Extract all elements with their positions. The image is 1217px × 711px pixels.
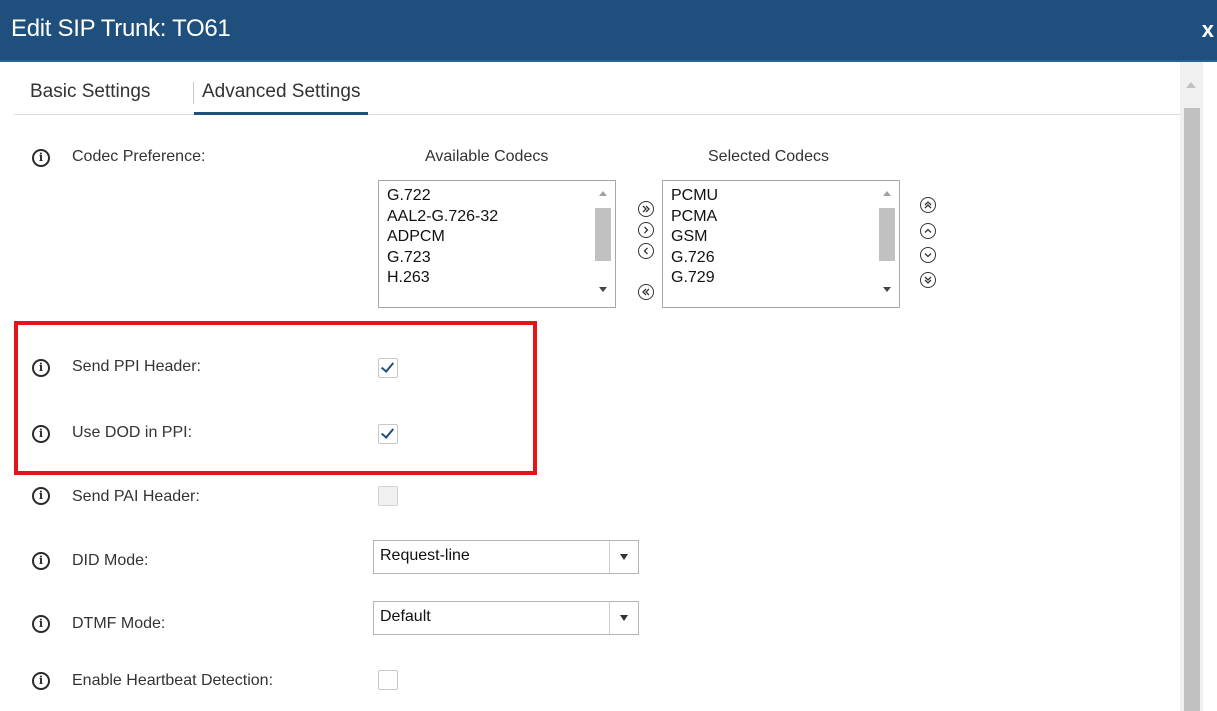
dialog-title: Edit SIP Trunk: TO61	[11, 15, 231, 42]
list-item[interactable]: G.729	[671, 268, 718, 289]
highlight-annotation-box	[14, 321, 537, 475]
did-mode-select[interactable]: Request-line	[373, 540, 639, 574]
move-bottom-icon[interactable]	[920, 272, 936, 288]
selected-list-scrollbar[interactable]	[877, 181, 899, 307]
page-scrollbar-thumb[interactable]	[1184, 108, 1200, 711]
scroll-down-arrow-icon[interactable]	[883, 287, 891, 292]
use-dod-in-ppi-label: Use DOD in PPI:	[72, 424, 193, 441]
send-ppi-header-label: Send PPI Header:	[72, 358, 201, 375]
list-item[interactable]: GSM	[671, 227, 718, 248]
available-list-scrollbar[interactable]	[593, 181, 615, 307]
info-icon[interactable]: i	[32, 672, 50, 690]
info-icon[interactable]: i	[32, 615, 50, 633]
tab-bar: Basic Settings Advanced Settings	[14, 70, 1180, 115]
info-icon[interactable]: i	[32, 149, 50, 167]
codec-preference-label: Codec Preference:	[72, 148, 206, 165]
available-codecs-list[interactable]: G.722 AAL2-G.726-32 ADPCM G.723 H.263	[378, 180, 616, 308]
did-mode-label: DID Mode:	[72, 552, 149, 569]
enable-heartbeat-detection-checkbox[interactable]	[378, 670, 398, 690]
list-item[interactable]: G.726	[671, 248, 718, 269]
move-down-icon[interactable]	[920, 247, 936, 263]
available-codecs-header: Available Codecs	[425, 148, 549, 165]
move-left-icon[interactable]	[638, 243, 654, 259]
chevron-down-icon[interactable]	[609, 602, 638, 634]
tab-basic-settings[interactable]: Basic Settings	[22, 78, 158, 112]
list-item[interactable]: AAL2-G.726-32	[387, 207, 498, 228]
scroll-up-arrow-icon[interactable]	[883, 191, 891, 196]
move-top-icon[interactable]	[920, 197, 936, 213]
scrollbar-thumb[interactable]	[879, 208, 895, 261]
info-icon[interactable]: i	[32, 552, 50, 570]
send-pai-header-checkbox[interactable]	[378, 486, 398, 506]
check-icon	[380, 359, 395, 373]
info-icon[interactable]: i	[32, 487, 50, 505]
move-all-right-icon[interactable]	[638, 201, 654, 217]
use-dod-in-ppi-checkbox[interactable]	[378, 424, 398, 444]
scrollbar-thumb[interactable]	[595, 208, 611, 261]
info-icon[interactable]: i	[32, 425, 50, 443]
selected-codecs-header: Selected Codecs	[708, 148, 829, 165]
list-item[interactable]: G.723	[387, 248, 498, 269]
did-mode-value: Request-line	[380, 547, 470, 564]
scroll-down-arrow-icon[interactable]	[599, 287, 607, 292]
enable-heartbeat-detection-label: Enable Heartbeat Detection:	[72, 672, 274, 689]
list-item[interactable]: H.263	[387, 268, 498, 289]
info-icon[interactable]: i	[32, 359, 50, 377]
dtmf-mode-label: DTMF Mode:	[72, 615, 166, 632]
list-item[interactable]: ADPCM	[387, 227, 498, 248]
dtmf-mode-select[interactable]: Default	[373, 601, 639, 635]
list-item[interactable]: PCMA	[671, 207, 718, 228]
scroll-up-arrow-icon[interactable]	[1186, 82, 1196, 88]
selected-codecs-list[interactable]: PCMU PCMA GSM G.726 G.729	[662, 180, 900, 308]
tab-advanced-settings[interactable]: Advanced Settings	[194, 78, 369, 115]
send-pai-header-label: Send PAI Header:	[72, 488, 200, 505]
move-right-icon[interactable]	[638, 222, 654, 238]
send-ppi-header-checkbox[interactable]	[378, 358, 398, 378]
chevron-down-icon[interactable]	[609, 541, 638, 573]
move-up-icon[interactable]	[920, 223, 936, 239]
move-all-left-icon[interactable]	[638, 284, 654, 300]
check-icon	[380, 425, 395, 439]
list-item[interactable]: PCMU	[671, 186, 718, 207]
dialog-titlebar: Edit SIP Trunk: TO61 x	[0, 0, 1217, 62]
scroll-up-arrow-icon[interactable]	[599, 191, 607, 196]
dtmf-mode-value: Default	[380, 608, 431, 625]
close-button[interactable]: x	[1202, 17, 1214, 43]
list-item[interactable]: G.722	[387, 186, 498, 207]
